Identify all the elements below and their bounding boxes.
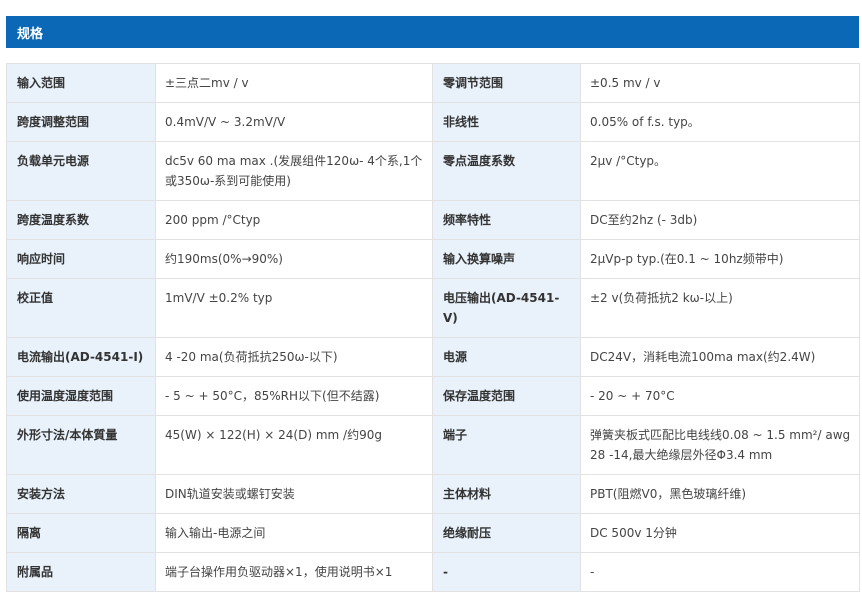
spec-value: DC24V，消耗电流100ma max(约2.4W): [580, 337, 860, 377]
spec-label: 电流输出(AD-4541-I): [6, 337, 156, 377]
table-row: 跨度调整范围 0.4mV/V ~ 3.2mV/V 非线性 0.05% of f.s. …: [6, 102, 860, 142]
spec-label: -: [432, 552, 581, 592]
spec-value: PBT(阻燃V0，黑色玻璃纤维): [580, 474, 860, 514]
spec-value: 200 ppm /°Ctyp: [155, 200, 433, 240]
spec-label: 安装方法: [6, 474, 156, 514]
spec-label: 校正值: [6, 278, 156, 338]
spec-label: 非线性: [432, 102, 581, 142]
spec-value: ±三点二mv / v: [155, 63, 433, 103]
spec-value: 4 -20 ma(负荷抵抗250ω-以下): [155, 337, 433, 377]
section-header: 规格: [6, 16, 859, 48]
spec-label: 端子: [432, 415, 581, 475]
spec-value: 0.4mV/V ~ 3.2mV/V: [155, 102, 433, 142]
spec-value: ±0.5 mv / v: [580, 63, 860, 103]
spec-label: 响应时间: [6, 239, 156, 279]
spec-label: 隔离: [6, 513, 156, 553]
spec-value: dc5v 60 ma max .(发展组件120ω- 4个系,1个或350ω-系…: [155, 141, 433, 201]
spec-label: 附属品: [6, 552, 156, 592]
spec-value: 弹簧夹板式匹配比电线线0.08 ~ 1.5 mm²/ awg 28 -14,最大…: [580, 415, 860, 475]
spec-label: 绝缘耐压: [432, 513, 581, 553]
spec-value: DIN轨道安装或螺钉安装: [155, 474, 433, 514]
table-row: 输入范围 ±三点二mv / v 零调节范围 ±0.5 mv / v: [6, 63, 860, 103]
spec-value: DC 500v 1分钟: [580, 513, 860, 553]
spec-value: 输入输出-电源之间: [155, 513, 433, 553]
spec-value: 端子台操作用负驱动器×1，使用说明书×1: [155, 552, 433, 592]
spec-table: 输入范围 ±三点二mv / v 零调节范围 ±0.5 mv / v 跨度调整范围 0.4m…: [6, 63, 860, 592]
spec-label: 负载单元电源: [6, 141, 156, 201]
spec-table-body: 输入范围 ±三点二mv / v 零调节范围 ±0.5 mv / v 跨度调整范围 0.4m…: [6, 63, 860, 592]
spec-value: 2μv /°Ctyp。: [580, 141, 860, 201]
spec-label: 跨度温度系数: [6, 200, 156, 240]
spec-value: 0.05% of f.s. typ。: [580, 102, 860, 142]
table-row: 校正值 1mV/V ±0.2% typ 电压输出(AD-4541-V) ±2 v(负荷…: [6, 278, 860, 338]
spec-label: 外形寸法/本体質量: [6, 415, 156, 475]
spec-value: - 20 ~ + 70°C: [580, 376, 860, 416]
spec-value: 约190ms(0%→90%): [155, 239, 433, 279]
spec-label: 输入范围: [6, 63, 156, 103]
spec-label: 保存温度范围: [432, 376, 581, 416]
spec-value: 2μVp-p typ.(在0.1 ~ 10hz频带中): [580, 239, 860, 279]
table-row: 负载单元电源 dc5v 60 ma max .(发展组件120ω- 4个系,1个或…: [6, 141, 860, 201]
spec-value: 45(W) × 122(H) × 24(D) mm /约90g: [155, 415, 433, 475]
spec-label: 使用温度湿度范围: [6, 376, 156, 416]
table-row: 电流输出(AD-4541-I) 4 -20 ma(负荷抵抗250ω-以下) 电源 DC…: [6, 337, 860, 377]
spec-value: DC至约2hz (- 3db): [580, 200, 860, 240]
spec-value: 1mV/V ±0.2% typ: [155, 278, 433, 338]
spec-label: 电压输出(AD-4541-V): [432, 278, 581, 338]
table-row: 使用温度湿度范围 - 5 ~ + 50°C，85%RH以下(但不结露) 保存温度范围…: [6, 376, 860, 416]
table-row: 响应时间 约190ms(0%→90%) 输入换算噪声 2μVp-p typ.(在0.1…: [6, 239, 860, 279]
spec-value: - 5 ~ + 50°C，85%RH以下(但不结露): [155, 376, 433, 416]
spec-label: 跨度调整范围: [6, 102, 156, 142]
spec-label: 电源: [432, 337, 581, 377]
table-row: 附属品 端子台操作用负驱动器×1，使用说明书×1- -: [6, 552, 860, 592]
spec-label: 输入换算噪声: [432, 239, 581, 279]
section-title: 规格: [17, 26, 44, 42]
table-row: 外形寸法/本体質量 45(W) × 122(H) × 24(D) mm /约90g…: [6, 415, 860, 475]
table-row: 跨度温度系数 200 ppm /°Ctyp 频率特性 DC至约2hz (- 3db): [6, 200, 860, 240]
spec-value: ±2 v(负荷抵抗2 kω-以上): [580, 278, 860, 338]
spec-value: -: [580, 552, 860, 592]
table-row: 安装方法 DIN轨道安装或螺钉安装 主体材料 PBT(阻燃V0，黑色玻璃纤维): [6, 474, 860, 514]
spec-label: 频率特性: [432, 200, 581, 240]
spec-label: 零调节范围: [432, 63, 581, 103]
spec-label: 主体材料: [432, 474, 581, 514]
table-row: 隔离 输入输出-电源之间 绝缘耐压 DC 500v 1分钟: [6, 513, 860, 553]
spec-label: 零点温度系数: [432, 141, 581, 201]
